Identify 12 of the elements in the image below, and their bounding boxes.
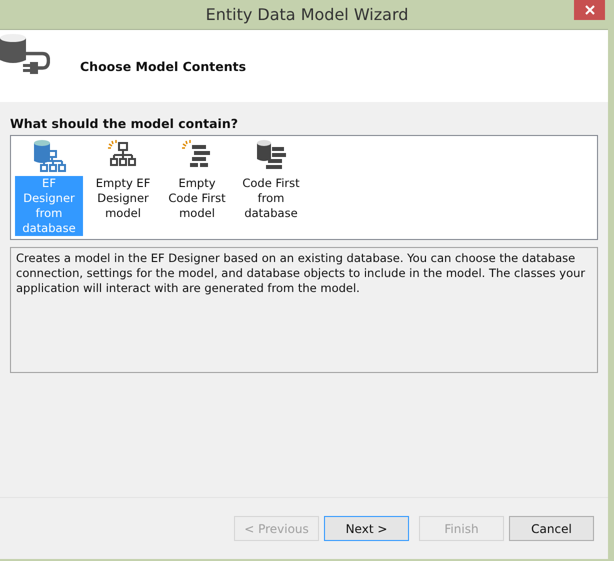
wizard-button[interactable]: Next > — [324, 516, 409, 541]
wizard-button[interactable]: Cancel — [509, 516, 594, 541]
window-title: Entity Data Model Wizard — [206, 5, 408, 24]
close-button[interactable] — [574, 0, 605, 20]
model-type-option[interactable]: Empty EF Designer model — [89, 176, 157, 221]
database-diagram-icon — [32, 139, 66, 173]
question-label: What should the model contain? — [10, 116, 239, 131]
model-type-option[interactable]: Empty Code First model — [163, 176, 231, 221]
page-heading: Choose Model Contents — [80, 58, 246, 74]
model-type-option[interactable]: Code First from database — [237, 176, 305, 221]
close-icon — [584, 5, 594, 15]
description-text: Creates a model in the EF Designer based on an existing database. You can choose the database connection, settings for the model, and database objects to include in the model. The classes your application will interact with are generated from the model. — [16, 251, 586, 296]
